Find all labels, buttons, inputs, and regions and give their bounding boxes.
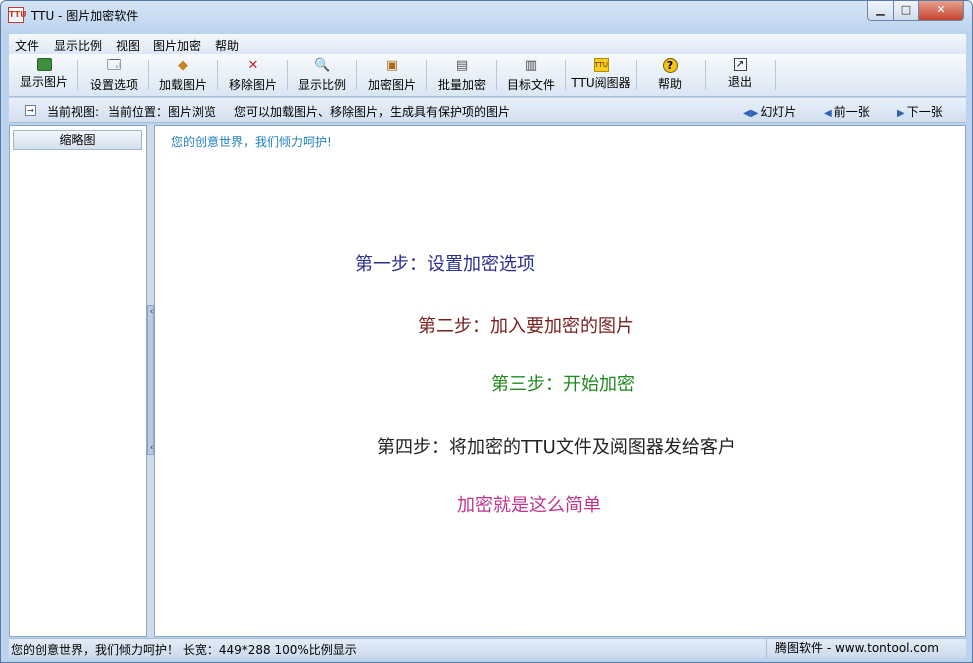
menu-encrypt[interactable]: 图片加密 [153, 37, 201, 54]
toolbar-separator [496, 60, 497, 90]
next-label: 下一张 [906, 105, 943, 119]
slideshow-icon: ◀▶ [743, 108, 759, 119]
ttu-viewer-icon: TTU [593, 58, 609, 72]
toolbar-label: 帮助 [657, 77, 682, 91]
remove-image-button[interactable]: ✕ 移除图片 [222, 56, 284, 94]
close-button[interactable]: ✕ [918, 1, 964, 21]
help-button[interactable]: ? 帮助 [639, 56, 701, 94]
toolbar-separator [705, 60, 706, 90]
status-bar: 您的创意世界，我们倾力呵护！ 长宽：449*288 100%比例显示 腾图软件 … [9, 638, 966, 658]
toolbar-label: 加载图片 [158, 78, 207, 92]
zoom-button[interactable]: 🔍 显示比例 [291, 56, 353, 94]
toolbar-separator [217, 60, 218, 90]
current-location: 当前位置：图片浏览 [108, 105, 217, 119]
window-title: TTU - 图片加密软件 [31, 9, 139, 23]
menu-bar: 文件 显示比例 视图 图片加密 帮助 [9, 34, 966, 54]
next-link[interactable]: ▶ 下一张 [897, 103, 943, 120]
status-company: 腾图软件 - www.tontool.com [766, 639, 966, 658]
show-image-button[interactable]: 显示图片 [13, 56, 75, 94]
step-four: 第四步：将加密的TTU文件及阅图器发给客户 [377, 437, 736, 458]
title-bar[interactable]: TTU TTU - 图片加密软件 ▁ □ ✕ [1, 1, 972, 33]
slideshow-label: 幻灯片 [760, 105, 797, 119]
settings-button[interactable]: 🗔 设置选项 [83, 56, 145, 94]
menu-zoom[interactable]: 显示比例 [54, 37, 102, 54]
encrypt-icon: ▣ [385, 58, 399, 73]
app-window: TTU TTU - 图片加密软件 ▁ □ ✕ 文件 显示比例 视图 图片加密 帮… [0, 0, 973, 663]
nav-hint: 您可以加载图片、移除图片，生成具有保护项的图片 [234, 105, 511, 119]
step-one: 第一步：设置加密选项 [355, 254, 535, 275]
toolbar-separator [775, 60, 776, 90]
thumbnail-panel: 缩略图 [9, 125, 147, 637]
slogan-text: 您的创意世界，我们倾力呵护! [171, 135, 332, 149]
prev-label: 前一张 [833, 105, 870, 119]
help-icon: ? [662, 58, 678, 73]
splitter-grip[interactable]: ‹ ‹ [147, 305, 154, 455]
maximize-button[interactable]: □ [893, 1, 919, 21]
status-info: 您的创意世界，我们倾力呵护！ 长宽：449*288 100%比例显示 [11, 643, 357, 657]
step-two: 第二步：加入要加密的图片 [418, 316, 634, 337]
closing-line: 加密就是这么简单 [457, 495, 601, 516]
toolbar-separator [565, 60, 566, 90]
menu-file[interactable]: 文件 [15, 37, 39, 54]
slideshow-link[interactable]: ◀▶ 幻灯片 [743, 103, 796, 120]
view-toggle-icon[interactable]: → [25, 105, 36, 116]
load-image-icon: ◆ [178, 58, 188, 73]
toolbar-separator [356, 60, 357, 90]
toolbar-label: 移除图片 [228, 78, 277, 92]
toolbar-separator [426, 60, 427, 90]
toolbar-separator [636, 60, 637, 90]
toolbar-separator [77, 60, 78, 90]
current-view-label: 当前视图: [47, 105, 100, 119]
toolbar-label: 加密图片 [367, 78, 416, 92]
batch-encrypt-button[interactable]: ▤ 批量加密 [431, 56, 493, 94]
zoom-icon: 🔍 [314, 58, 331, 73]
toolbar-separator [148, 60, 149, 90]
toolbar-label: 退出 [727, 75, 752, 89]
settings-icon: 🗔 [106, 58, 122, 73]
menu-help[interactable]: 帮助 [215, 37, 239, 54]
toolbar: 显示图片 🗔 设置选项 ◆ 加载图片 ✕ 移除图片 🔍 显示比例 ▣ 加密图片 … [9, 54, 966, 97]
encrypt-image-button[interactable]: ▣ 加密图片 [361, 56, 423, 94]
menu-view[interactable]: 视图 [116, 37, 140, 54]
app-logo-icon: TTU [8, 7, 27, 23]
picture-icon [36, 58, 52, 71]
toolbar-separator [287, 60, 288, 90]
toolbar-label: 批量加密 [437, 78, 486, 92]
step-three: 第三步：开始加密 [491, 374, 635, 395]
prev-link[interactable]: ◀ 前一张 [824, 103, 870, 120]
load-image-button[interactable]: ◆ 加载图片 [152, 56, 214, 94]
toolbar-label: 设置选项 [89, 78, 138, 92]
toolbar-label: 显示图片 [19, 75, 68, 89]
image-view-area: 您的创意世界，我们倾力呵护! 第一步：设置加密选项 第二步：加入要加密的图片 第… [154, 125, 966, 637]
toolbar-label: 显示比例 [297, 78, 346, 92]
navigation-bar: → 当前视图: 当前位置：图片浏览 您可以加载图片、移除图片，生成具有保护项的图… [9, 98, 966, 123]
target-file-icon: ▥ [524, 58, 538, 73]
prev-arrow-icon: ◀ [824, 108, 832, 119]
ttu-viewer-button[interactable]: TTU TTU阅图器 [569, 56, 633, 94]
minimize-button[interactable]: ▁ [867, 1, 894, 21]
toolbar-label: 目标文件 [506, 78, 555, 92]
next-arrow-icon: ▶ [897, 108, 905, 119]
panel-splitter[interactable]: ‹ ‹ [147, 125, 154, 637]
batch-encrypt-icon: ▤ [455, 58, 469, 73]
toolbar-label: TTU阅图器 [571, 76, 631, 90]
thumbnail-header[interactable]: 缩略图 [13, 130, 142, 150]
exit-button[interactable]: ↗ 退出 [709, 56, 771, 94]
target-file-button[interactable]: ▥ 目标文件 [500, 56, 562, 94]
remove-icon: ✕ [247, 58, 259, 73]
exit-icon: ↗ [733, 58, 747, 71]
